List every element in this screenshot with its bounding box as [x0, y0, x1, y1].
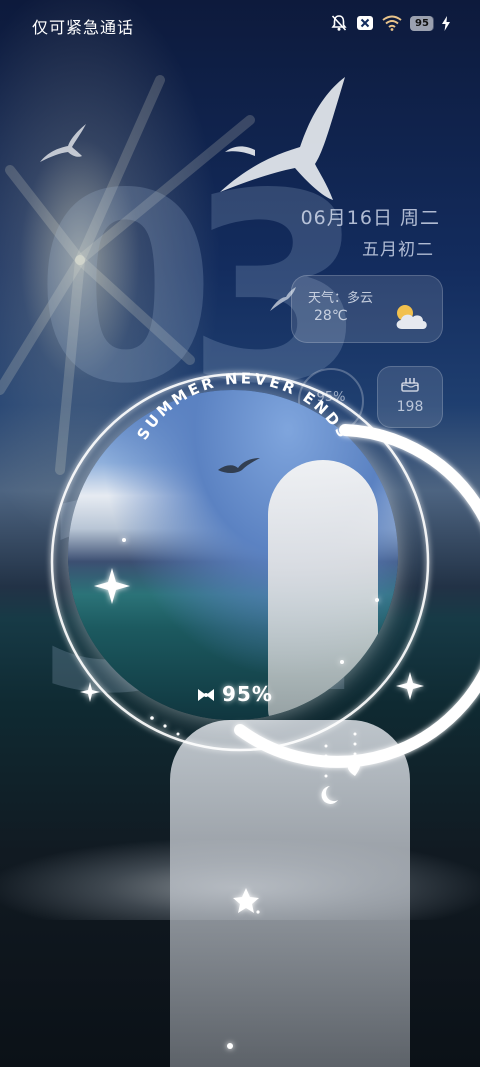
bow-icon: [198, 689, 214, 701]
center-widget-rings: SUMMER NEVER ENDS: [50, 369, 480, 1049]
center-battery-text: 95%: [222, 682, 273, 706]
arc-slogan: SUMMER NEVER ENDS: [133, 369, 353, 443]
center-battery-display: 95%: [196, 682, 273, 706]
